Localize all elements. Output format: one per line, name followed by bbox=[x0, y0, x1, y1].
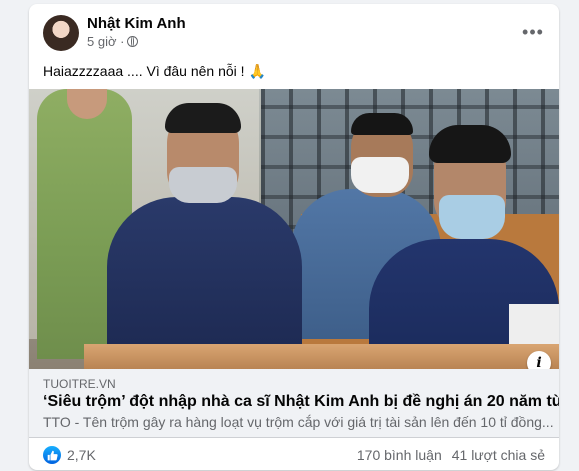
link-preview-image[interactable]: i bbox=[29, 89, 559, 369]
post-card: Nhật Kim Anh 5 giờ · ••• Haiazzzzaaa ...… bbox=[29, 4, 559, 470]
photo-person-right-hair bbox=[429, 125, 511, 163]
photo-paper bbox=[509, 304, 559, 349]
photo-person-left-hair bbox=[165, 103, 241, 133]
link-description: TTO - Tên trộm gây ra hàng loạt vụ trộm … bbox=[43, 414, 554, 430]
share-count[interactable]: 41 lượt chia sẻ bbox=[452, 447, 545, 463]
comment-count[interactable]: 170 bình luận bbox=[357, 447, 442, 463]
link-title[interactable]: ‘Siêu trộm’ đột nhập nhà ca sĩ Nhật Kim … bbox=[43, 393, 559, 411]
more-options-button[interactable]: ••• bbox=[519, 18, 547, 46]
link-preview[interactable]: TUOITRE.VN ‘Siêu trộm’ đột nhập nhà ca s… bbox=[29, 369, 559, 438]
author-name[interactable]: Nhật Kim Anh bbox=[87, 15, 186, 32]
post-stats: 170 bình luận 41 lượt chia sẻ bbox=[357, 447, 545, 463]
like-count[interactable]: 2,7K bbox=[67, 447, 96, 463]
photo-bench bbox=[84, 344, 559, 369]
post-footer: 2,7K 170 bình luận 41 lượt chia sẻ bbox=[29, 438, 559, 470]
photo-person-middle-mask bbox=[351, 157, 409, 193]
info-icon[interactable]: i bbox=[527, 351, 551, 369]
photo-person-left-mask bbox=[169, 167, 237, 203]
photo-person-middle-hair bbox=[351, 113, 413, 135]
post-header: Nhật Kim Anh 5 giờ · ••• bbox=[29, 4, 559, 58]
globe-icon bbox=[127, 36, 139, 47]
pray-emoji-icon: 🙏 bbox=[248, 63, 266, 79]
photo-person-right-mask bbox=[439, 195, 505, 239]
post-meta: 5 giờ · bbox=[87, 34, 139, 49]
link-domain: TUOITRE.VN bbox=[43, 377, 116, 391]
more-options-icon: ••• bbox=[522, 21, 544, 42]
post-caption: Haiazzzzaaa .... Vì đâu nên nỗi ! 🙏 bbox=[43, 63, 266, 80]
like-icon[interactable] bbox=[43, 446, 61, 464]
caption-text: Haiazzzzaaa .... Vì đâu nên nỗi ! bbox=[43, 63, 245, 79]
avatar[interactable] bbox=[43, 15, 79, 51]
post-time[interactable]: 5 giờ · bbox=[87, 34, 124, 49]
